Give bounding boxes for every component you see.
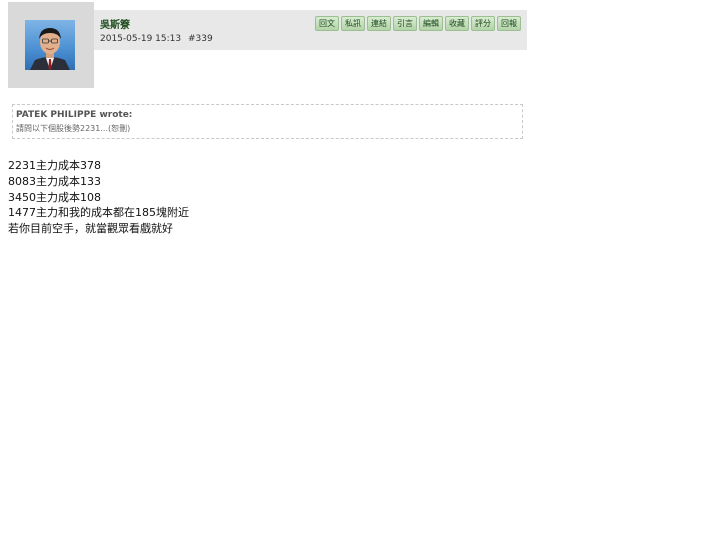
edit-button[interactable]: 編輯	[419, 16, 443, 31]
body-line: 8083主力成本133	[8, 174, 101, 188]
quote-button[interactable]: 引言	[393, 16, 417, 31]
avatar-frame	[8, 2, 94, 88]
link-button[interactable]: 連結	[367, 16, 391, 31]
quote-text: 請問以下個股後勢2231...(恕刪)	[16, 124, 131, 133]
body-line: 若你目前空手，就當觀眾看戲就好	[8, 222, 173, 236]
post-body: 2231主力成本378 8083主力成本133 3450主力成本108 1477…	[8, 158, 189, 237]
post-header: 吳斯簝 2015-05-19 15:13 #339 回文 私訊 連結 引言 編輯…	[94, 10, 527, 50]
forum-post: 吳斯簝 2015-05-19 15:13 #339 回文 私訊 連結 引言 編輯…	[0, 0, 720, 540]
post-actions: 回文 私訊 連結 引言 編輯 收藏 評分 回報	[315, 16, 521, 31]
rate-button[interactable]: 評分	[471, 16, 495, 31]
favorite-button[interactable]: 收藏	[445, 16, 469, 31]
avatar[interactable]	[25, 20, 75, 70]
quote-author: PATEK PHILIPPE wrote:	[16, 110, 133, 120]
private-message-button[interactable]: 私訊	[341, 16, 365, 31]
post-number[interactable]: #339	[188, 34, 213, 44]
report-button[interactable]: 回報	[497, 16, 521, 31]
body-line: 1477主力和我的成本都在185塊附近	[8, 206, 189, 220]
post-date: 2015-05-19 15:13	[100, 34, 182, 44]
reply-button[interactable]: 回文	[315, 16, 339, 31]
body-line: 2231主力成本378	[8, 159, 101, 172]
quote-block: PATEK PHILIPPE wrote: 請問以下個股後勢2231...(恕刪…	[12, 104, 523, 139]
avatar-portrait-icon	[30, 28, 70, 70]
post-meta: 2015-05-19 15:13 #339	[100, 34, 217, 44]
body-line: 3450主力成本108	[8, 190, 101, 204]
author-name[interactable]: 吳斯簝	[100, 16, 130, 31]
